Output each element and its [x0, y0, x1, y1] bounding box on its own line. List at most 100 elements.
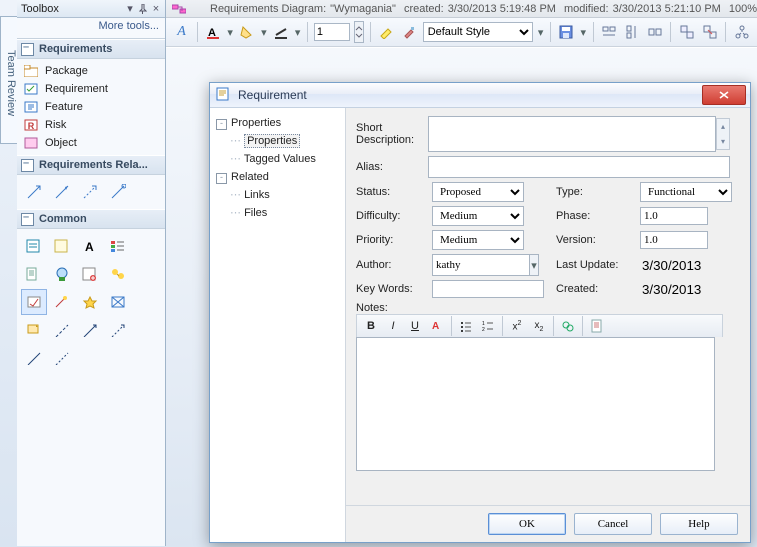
relation-tool[interactable]	[49, 179, 75, 205]
style-select[interactable]: Default Style	[423, 22, 534, 42]
ungroup-icon[interactable]	[700, 21, 719, 43]
common-tool[interactable]	[21, 261, 47, 287]
document-button[interactable]	[587, 316, 607, 336]
subscript-button[interactable]: x2	[529, 316, 549, 336]
collapse-icon[interactable]	[21, 159, 34, 172]
help-button[interactable]: Help	[660, 513, 738, 535]
common-tool[interactable]	[77, 289, 103, 315]
superscript-button[interactable]: x2	[507, 316, 527, 336]
relation-tool[interactable]	[21, 179, 47, 205]
dropdown-icon[interactable]: ▾	[125, 4, 135, 14]
common-tool[interactable]	[105, 261, 131, 287]
toolbox-item-package[interactable]: Package	[19, 62, 163, 80]
notes-textarea[interactable]	[356, 337, 715, 471]
common-tool[interactable]	[21, 289, 47, 315]
cancel-button[interactable]: Cancel	[574, 513, 652, 535]
common-tool[interactable]	[21, 345, 47, 371]
toolbox-item-feature[interactable]: Feature	[19, 98, 163, 116]
dropdown-icon[interactable]: ▾	[261, 22, 268, 42]
group-icon[interactable]	[677, 21, 696, 43]
font-icon[interactable]: A	[172, 21, 191, 43]
dropdown-icon[interactable]: ▾	[294, 22, 301, 42]
created-label: created:	[404, 3, 444, 15]
common-tool[interactable]	[49, 261, 75, 287]
font-color-icon[interactable]: A	[204, 21, 223, 43]
team-review-tab[interactable]: Team Review	[0, 16, 18, 144]
common-tool[interactable]	[77, 317, 103, 343]
bullets-button[interactable]	[456, 316, 476, 336]
tree-node-properties-child[interactable]: ⋯ Properties	[230, 132, 341, 150]
numbers-button[interactable]: 12	[478, 316, 498, 336]
align-icon[interactable]	[599, 21, 618, 43]
toolbox-item-risk[interactable]: R Risk	[19, 116, 163, 134]
author-input[interactable]	[432, 254, 530, 276]
dropdown-icon[interactable]: ▾	[530, 254, 539, 276]
separator	[553, 316, 554, 336]
dropdown-icon[interactable]: ▾	[227, 22, 234, 42]
line-width-input[interactable]	[314, 23, 350, 41]
common-tool[interactable]	[21, 233, 47, 259]
highlighter-icon[interactable]	[377, 21, 396, 43]
version-input[interactable]	[640, 231, 708, 249]
status-label: Status:	[356, 186, 428, 198]
section-requirements[interactable]: Requirements	[17, 39, 165, 59]
close-button[interactable]	[702, 85, 746, 105]
tree-node-files[interactable]: ⋯ Files	[230, 204, 341, 222]
tree-node-links[interactable]: ⋯ Links	[230, 186, 341, 204]
more-tools-link[interactable]: More tools...	[17, 18, 165, 39]
section-common[interactable]: Common	[17, 209, 165, 229]
tree-node-related[interactable]: -Related	[216, 168, 341, 186]
common-tool[interactable]	[105, 317, 131, 343]
relation-tool[interactable]	[77, 179, 103, 205]
pin-icon[interactable]	[138, 4, 148, 14]
underline-button[interactable]: U	[405, 316, 425, 336]
common-tool[interactable]	[49, 233, 75, 259]
collapse-icon[interactable]	[21, 213, 34, 226]
type-select[interactable]: Functional	[640, 182, 732, 202]
common-tool[interactable]: A	[77, 233, 103, 259]
hyperlink-button[interactable]	[558, 316, 578, 336]
scrollbar[interactable]: ▴▾	[716, 118, 730, 150]
line-color-icon[interactable]	[271, 21, 290, 43]
keywords-input[interactable]	[432, 280, 544, 298]
dialog-titlebar[interactable]: Requirement	[210, 83, 750, 108]
ok-button[interactable]: OK	[488, 513, 566, 535]
tree-node-properties[interactable]: -Properties	[216, 114, 341, 132]
priority-select[interactable]: Medium	[432, 230, 524, 250]
collapse-icon[interactable]: -	[216, 173, 227, 184]
bold-button[interactable]: B	[361, 316, 381, 336]
status-select[interactable]: Proposed	[432, 182, 524, 202]
collapse-icon[interactable]	[21, 43, 34, 56]
save-icon[interactable]	[557, 21, 576, 43]
fill-color-icon[interactable]	[238, 21, 257, 43]
brush-icon[interactable]	[400, 21, 419, 43]
feature-icon	[23, 100, 39, 114]
difficulty-select[interactable]: Medium	[432, 206, 524, 226]
toolbox-item-object[interactable]: Object	[19, 134, 163, 152]
spinner-buttons[interactable]	[354, 21, 364, 43]
font-color-button[interactable]: A	[427, 316, 447, 336]
toolbox-panel: Toolbox ▾ × More tools... Requirements P…	[17, 0, 166, 546]
phase-input[interactable]	[640, 207, 708, 225]
align-icon[interactable]	[645, 21, 664, 43]
dropdown-icon[interactable]: ▾	[537, 22, 544, 42]
layout-icon[interactable]	[732, 21, 751, 43]
common-tool[interactable]	[49, 345, 75, 371]
alias-input[interactable]	[428, 156, 730, 178]
align-icon[interactable]	[622, 21, 641, 43]
common-tool[interactable]	[105, 289, 131, 315]
common-tool[interactable]	[49, 289, 75, 315]
common-tool[interactable]	[105, 233, 131, 259]
section-relations[interactable]: Requirements Rela...	[17, 155, 165, 175]
dropdown-icon[interactable]: ▾	[580, 22, 587, 42]
relation-tool[interactable]	[105, 179, 131, 205]
common-tool[interactable]	[21, 317, 47, 343]
collapse-icon[interactable]: -	[216, 119, 227, 130]
italic-button[interactable]: I	[383, 316, 403, 336]
short-desc-input[interactable]	[428, 116, 716, 152]
close-icon[interactable]: ×	[151, 4, 161, 14]
common-tool[interactable]	[77, 261, 103, 287]
tree-node-tagged-values[interactable]: ⋯ Tagged Values	[230, 150, 341, 168]
toolbox-item-requirement[interactable]: Requirement	[19, 80, 163, 98]
common-tool[interactable]	[49, 317, 75, 343]
